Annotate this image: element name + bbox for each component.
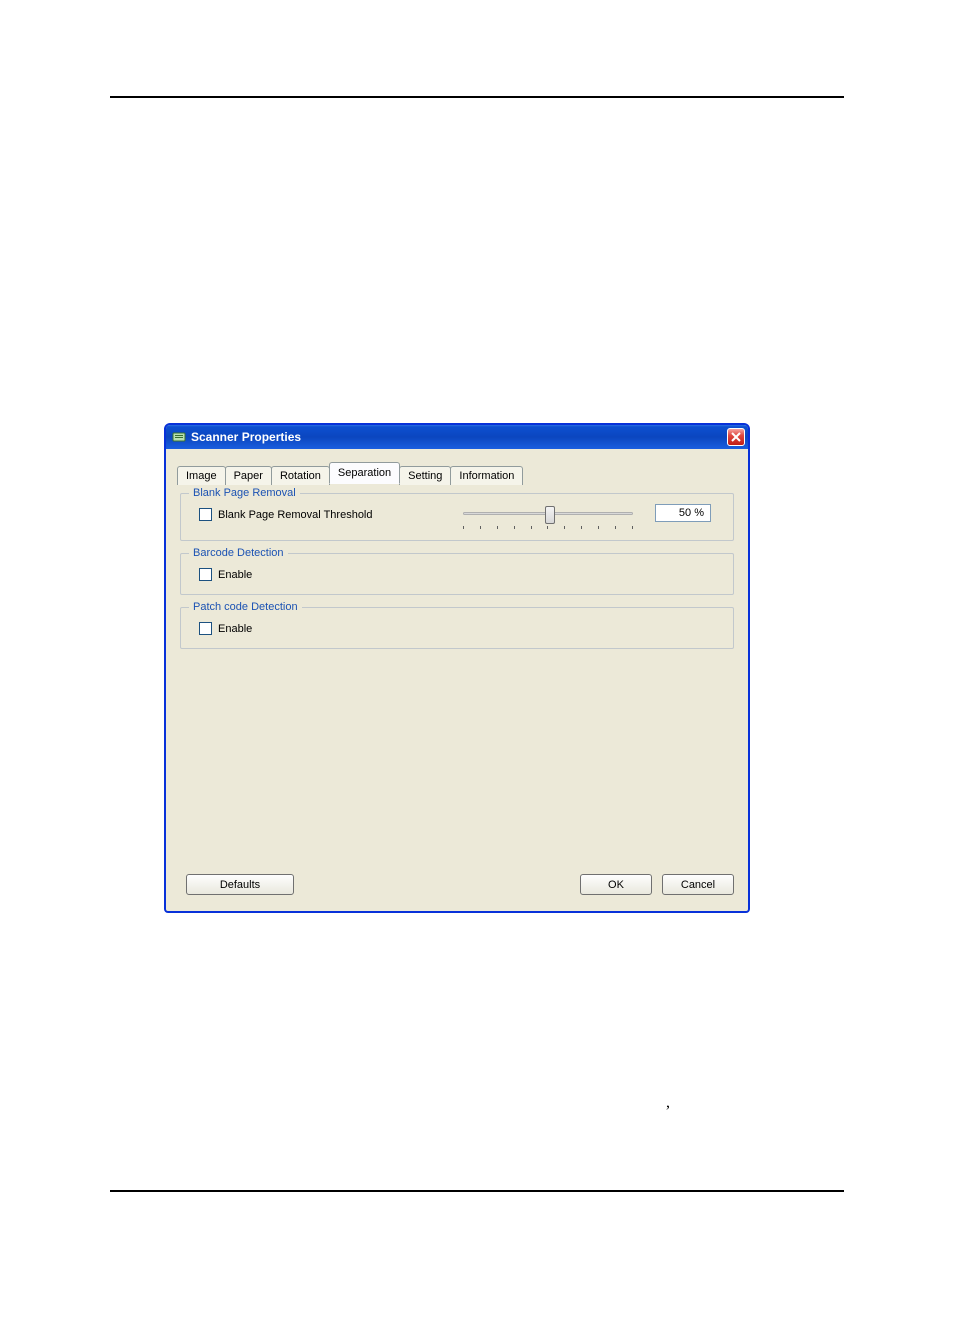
group-patch-code-detection: Patch code Detection Enable <box>180 607 734 649</box>
patch-code-enable-row: Enable <box>199 622 252 635</box>
titlebar: Scanner Properties <box>166 425 748 449</box>
tab-setting[interactable]: Setting <box>399 466 451 485</box>
threshold-value-box[interactable]: 50 % <box>655 504 711 522</box>
tab-row: Image Paper Rotation Separation Setting … <box>177 462 522 484</box>
horizontal-rule-top <box>110 96 844 98</box>
threshold-slider[interactable] <box>463 506 633 530</box>
barcode-enable-label: Enable <box>218 569 252 581</box>
patch-code-enable-label: Enable <box>218 623 252 635</box>
tab-rotation[interactable]: Rotation <box>271 466 330 485</box>
blank-page-threshold-row: Blank Page Removal Threshold <box>199 508 373 521</box>
slider-thumb[interactable] <box>545 506 555 524</box>
group-barcode-detection: Barcode Detection Enable <box>180 553 734 595</box>
patch-code-enable-checkbox[interactable] <box>199 622 212 635</box>
app-icon <box>172 430 186 444</box>
group-blank-page-removal: Blank Page Removal Blank Page Removal Th… <box>180 493 734 541</box>
tab-separation[interactable]: Separation <box>329 462 400 484</box>
barcode-enable-checkbox[interactable] <box>199 568 212 581</box>
blank-page-threshold-label: Blank Page Removal Threshold <box>218 509 373 521</box>
ok-button[interactable]: OK <box>580 874 652 895</box>
slider-ticks <box>463 526 633 529</box>
group-legend: Blank Page Removal <box>189 487 300 499</box>
tab-information[interactable]: Information <box>450 466 523 485</box>
window-title: Scanner Properties <box>191 430 301 444</box>
cancel-button[interactable]: Cancel <box>662 874 734 895</box>
stray-text: , <box>666 1094 670 1112</box>
tab-image[interactable]: Image <box>177 466 226 485</box>
blank-page-threshold-checkbox[interactable] <box>199 508 212 521</box>
close-button[interactable] <box>727 428 745 446</box>
group-legend: Patch code Detection <box>189 601 302 613</box>
barcode-enable-row: Enable <box>199 568 252 581</box>
defaults-button[interactable]: Defaults <box>186 874 294 895</box>
tab-paper[interactable]: Paper <box>225 466 272 485</box>
scanner-properties-dialog: Scanner Properties Image Paper Rotation … <box>164 423 750 913</box>
group-legend: Barcode Detection <box>189 547 288 559</box>
horizontal-rule-bottom <box>110 1190 844 1192</box>
